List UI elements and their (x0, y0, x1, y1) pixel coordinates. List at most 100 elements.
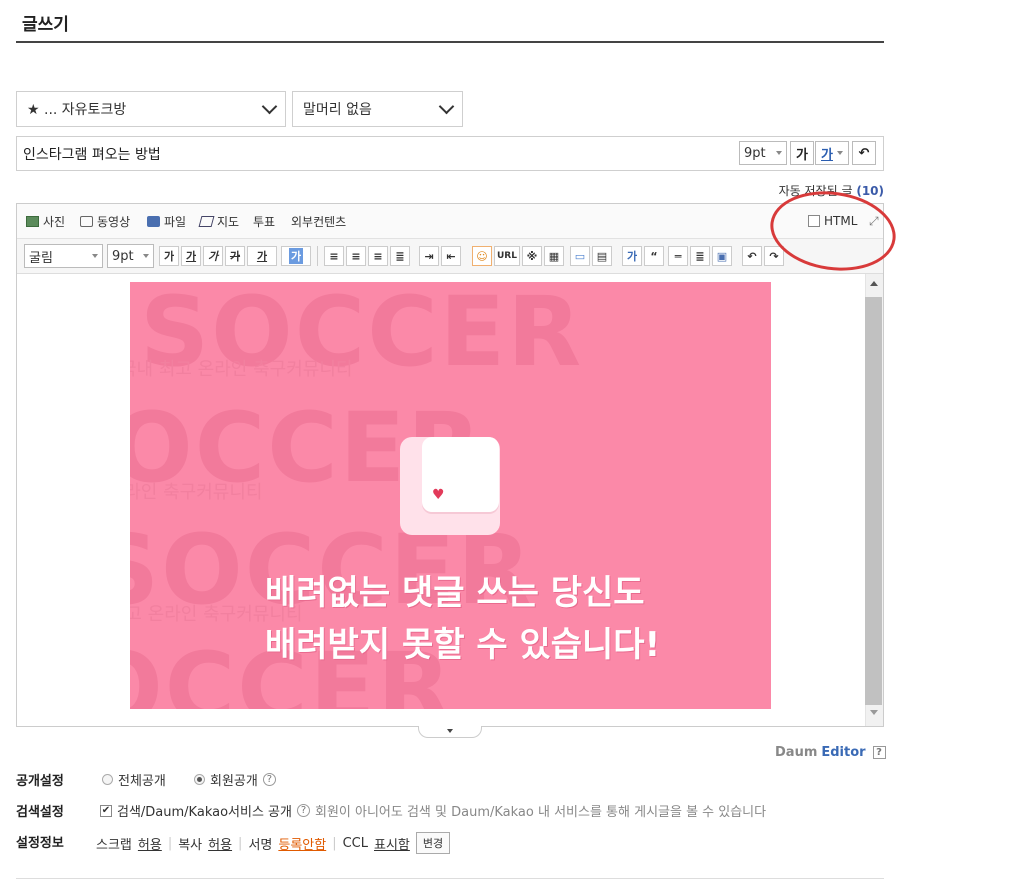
copy-label: 복사 (178, 837, 203, 853)
indent-icon[interactable]: ⇥ (419, 246, 439, 266)
subject-undo-button[interactable]: ↶ (852, 141, 876, 165)
external-content-button[interactable]: 외부컨텐츠 (291, 204, 346, 238)
separator: | (332, 835, 337, 851)
map-button[interactable]: 지도 (198, 204, 240, 238)
align-center-icon[interactable]: ≡ (346, 246, 366, 266)
video-button[interactable]: 동영상 (80, 204, 130, 238)
scrap-value-link[interactable]: 허용 (138, 834, 162, 853)
scrap-label: 스크랩 (96, 837, 132, 853)
caret-down-icon (776, 151, 782, 155)
align-left-icon[interactable]: ≡ (324, 246, 344, 266)
search-public-label: 검색/Daum/Kakao서비스 공개 (117, 805, 292, 820)
subject-bold-button[interactable]: 가 (790, 141, 814, 165)
background-icon[interactable]: ▭ (570, 246, 590, 266)
caret-down-icon (143, 254, 149, 258)
file-icon (147, 215, 160, 227)
font-family-select[interactable]: 굴림 (24, 244, 103, 268)
format-toolbar: 굴림 9pt 가 가 가 가 가 가 ≡ ≡ ≡ ≣ ⇥ ⇤ ☺ URL ※ ▦… (17, 239, 883, 274)
heart-icon: ♥ (432, 487, 445, 503)
annotation-circle (765, 183, 901, 279)
background-color-button[interactable]: 가 (281, 246, 311, 266)
public-all-radio[interactable] (102, 774, 113, 785)
underline-button[interactable]: 가 (181, 246, 201, 266)
copy-value-link[interactable]: 허용 (208, 834, 232, 853)
table-icon[interactable]: ▦ (544, 246, 564, 266)
daum-editor-brand: Daum Editor ? (775, 745, 886, 760)
photo-label: 사진 (43, 214, 66, 229)
ccl-label: CCL (342, 835, 368, 851)
strikethrough-button[interactable]: 가 (225, 246, 245, 266)
change-settings-button[interactable]: 변경 (415, 832, 451, 854)
image-message-line2: 배려받지 못할 수 있습니다! (265, 625, 661, 665)
subject-font-size-select[interactable]: 9pt (739, 141, 787, 165)
sign-value-link[interactable]: 등록안함 (278, 834, 326, 853)
url-button[interactable]: URL (494, 246, 520, 266)
rich-text-editor: 사진 동영상 파일 지도 투표 외부컨텐츠 HTML ⤢ 굴림 9pt 가 가 … (16, 203, 884, 727)
search-public-checkbox[interactable]: ✔ (100, 804, 112, 817)
brand-editor: Editor (821, 745, 866, 760)
emoticon-icon[interactable]: ☺ (472, 246, 492, 266)
scroll-up-icon[interactable] (870, 281, 878, 286)
image-bg-text: 국내 최고 온라인 축구커뮤니티 (130, 359, 353, 380)
font-family-value: 굴림 (29, 250, 53, 266)
font-size-select[interactable]: 9pt (107, 244, 154, 268)
template-icon[interactable]: ▤ (592, 246, 612, 266)
page-title: 글쓰기 (22, 15, 69, 35)
line-height-icon[interactable]: ≣ (690, 246, 710, 266)
poll-button[interactable]: 투표 (253, 204, 275, 238)
file-button[interactable]: 파일 (147, 204, 186, 238)
outdent-icon[interactable]: ⇤ (441, 246, 461, 266)
editor-resize-handle[interactable] (418, 726, 482, 738)
save-icon[interactable]: ▣ (712, 246, 732, 266)
subject-field[interactable]: 인스타그램 펴오는 방법 9pt 가 가 ↶ (16, 136, 884, 171)
textbox-button[interactable]: 가 (622, 246, 642, 266)
caret-down-icon (447, 729, 453, 733)
map-label: 지도 (217, 214, 240, 229)
align-justify-icon[interactable]: ≣ (390, 246, 410, 266)
bold-button[interactable]: 가 (159, 246, 179, 266)
search-setting-description: 회원이 아니어도 검색 및 Daum/Kakao 내 서비스를 통해 게시글을 … (314, 805, 767, 820)
chevron-down-icon (261, 98, 278, 115)
annotation-circle-stroke (765, 183, 901, 279)
font-color-button[interactable]: 가 (247, 246, 277, 266)
public-all-label: 전체공개 (118, 774, 166, 789)
photo-button[interactable]: 사진 (26, 204, 65, 238)
subject-input[interactable]: 인스타그램 펴오는 방법 (23, 144, 161, 164)
video-label: 동영상 (97, 214, 131, 229)
public-all-option[interactable]: 전체공개 (102, 770, 166, 789)
scroll-down-icon[interactable] (870, 710, 878, 715)
ccl-value-link[interactable]: 표시함 (374, 834, 410, 853)
subject-underline-button[interactable]: 가 (815, 141, 849, 165)
undo-icon[interactable]: ↶ (742, 246, 762, 266)
image-message-line1: 배려없는 댓글 쓰는 당신도 (265, 573, 645, 613)
photo-icon (26, 215, 39, 227)
toolbar-divider (317, 246, 318, 266)
attach-toolbar: 사진 동영상 파일 지도 투표 외부컨텐츠 HTML ⤢ (17, 204, 883, 239)
special-char-button[interactable]: ※ (522, 246, 542, 266)
italic-button[interactable]: 가 (203, 246, 223, 266)
public-member-option[interactable]: 회원공개 ? (194, 770, 276, 789)
subject-underline-label: 가 (821, 147, 833, 163)
scrollbar-thumb[interactable] (865, 297, 882, 705)
search-public-option[interactable]: ✔ 검색/Daum/Kakao서비스 공개 ? 회원이 아니어도 검색 및 Da… (100, 801, 766, 820)
map-icon (198, 215, 215, 227)
info-setting-values: 스크랩 허용 | 복사 허용 | 서명 등록안함 | CCL 표시함 변경 (96, 832, 451, 854)
board-select[interactable]: ★ ... 자유토크방 (16, 91, 286, 127)
help-icon[interactable]: ? (262, 773, 276, 786)
prefix-select-value: 말머리 없음 (303, 102, 372, 118)
help-icon[interactable]: ? (296, 804, 310, 817)
caret-down-icon (836, 151, 843, 155)
align-right-icon[interactable]: ≡ (368, 246, 388, 266)
info-setting-label: 설정정보 (16, 836, 64, 851)
editor-content-area[interactable]: SOCCER 국내 최고 온라인 축구커뮤니티 SOCCER 국내 최고 온라인… (17, 274, 865, 726)
quote-button[interactable]: “ (644, 246, 664, 266)
divider-line-icon[interactable]: ═ (668, 246, 688, 266)
image-bg-text: 국내 최고 온라인 축구커뮤니티 (130, 482, 263, 503)
public-member-label: 회원공개 (210, 774, 258, 789)
brand-daum: Daum (775, 745, 818, 760)
chevron-down-icon (438, 98, 455, 115)
editor-help-icon[interactable]: ? (872, 746, 886, 759)
prefix-select[interactable]: 말머리 없음 (292, 91, 463, 127)
separator: | (238, 835, 243, 851)
public-member-radio[interactable] (194, 774, 205, 785)
